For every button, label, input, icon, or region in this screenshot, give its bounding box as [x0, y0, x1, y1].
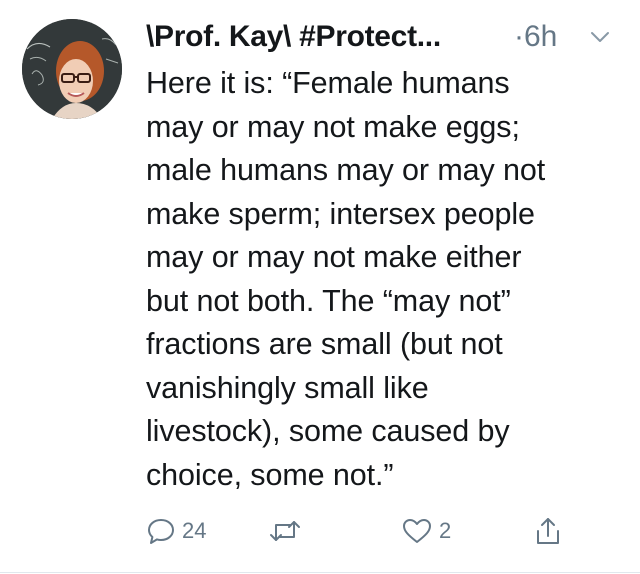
- share-button[interactable]: [533, 511, 563, 551]
- chevron-down-icon[interactable]: [589, 26, 611, 48]
- like-button[interactable]: 2: [401, 511, 451, 551]
- tweet-header: \Prof. Kay\ #Protect... ·6h: [146, 18, 616, 58]
- share-icon: [533, 515, 563, 547]
- avatar[interactable]: [22, 19, 122, 119]
- tweet[interactable]: \Prof. Kay\ #Protect... ·6h Here it is: …: [0, 0, 640, 574]
- display-name[interactable]: \Prof. Kay\ #Protect...: [146, 20, 441, 54]
- divider: [0, 572, 640, 573]
- like-count: 2: [439, 518, 452, 543]
- retweet-icon: [268, 516, 302, 546]
- avatar-image: [22, 19, 122, 119]
- reply-count: 24: [182, 518, 207, 543]
- tweet-actions: 24 2: [146, 511, 616, 551]
- heart-icon: [401, 516, 433, 546]
- timestamp[interactable]: ·6h: [514, 20, 557, 54]
- retweet-button[interactable]: [268, 511, 308, 551]
- tweet-text: Here it is: “Female humans may or may no…: [146, 66, 546, 492]
- reply-button[interactable]: 24: [146, 511, 206, 551]
- reply-icon: [146, 516, 176, 546]
